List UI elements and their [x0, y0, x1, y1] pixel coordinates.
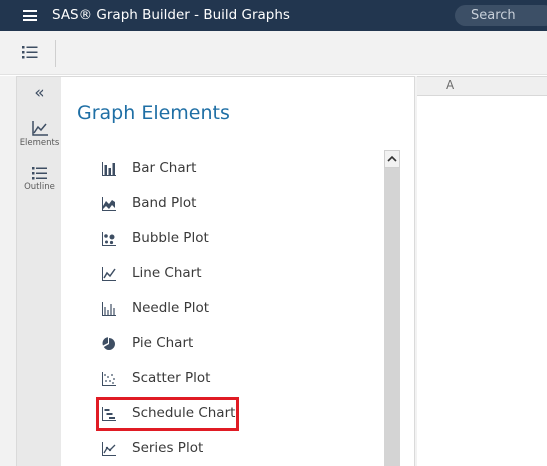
list-item-label: Series Plot: [132, 440, 204, 456]
list-item-label: Pie Chart: [132, 335, 194, 351]
outline-list-icon: [32, 167, 47, 180]
collapse-panel-button[interactable]: «: [17, 83, 62, 103]
bubble-plot-icon: [102, 232, 116, 246]
search-input[interactable]: Search: [455, 5, 547, 26]
panel-scrollbar[interactable]: [384, 150, 400, 466]
column-label: A: [446, 78, 455, 92]
nav-item-label: Elements: [19, 138, 60, 148]
needle-plot-icon: [102, 302, 116, 316]
app-title: SAS® Graph Builder - Build Graphs: [52, 7, 290, 23]
scroll-up-button[interactable]: [384, 150, 400, 168]
list-item-label: Scatter Plot: [132, 370, 211, 386]
series-plot-icon: [102, 442, 116, 456]
band-plot-icon: [102, 197, 116, 211]
list-item-scatter-plot[interactable]: Scatter Plot: [61, 361, 381, 396]
line-chart-icon: [102, 267, 116, 281]
hamburger-menu-icon[interactable]: [23, 10, 37, 21]
toolbar-separator: [55, 40, 56, 67]
nav-item-label: Outline: [24, 182, 55, 192]
toolbar: [0, 31, 547, 75]
list-item-series-plot[interactable]: Series Plot: [61, 431, 381, 466]
list-item-label: Bar Chart: [132, 160, 197, 176]
left-nav: « Elements Outline: [16, 76, 61, 466]
app-title-bar: SAS® Graph Builder - Build Graphs Search: [0, 0, 547, 31]
search-placeholder: Search: [471, 8, 516, 23]
pie-chart-icon: [102, 337, 115, 350]
bar-chart-icon: [102, 162, 116, 176]
list-item-label: Line Chart: [132, 265, 202, 281]
list-item-bubble-plot[interactable]: Bubble Plot: [61, 221, 381, 256]
chevron-up-icon: [387, 155, 397, 162]
line-chart-icon: [31, 121, 48, 136]
list-item-line-chart[interactable]: Line Chart: [61, 256, 381, 291]
nav-item-elements[interactable]: Elements: [17, 121, 62, 148]
list-item-label: Band Plot: [132, 195, 197, 211]
list-item-bar-chart[interactable]: Bar Chart: [61, 151, 381, 186]
list-item-label: Bubble Plot: [132, 230, 209, 246]
list-icon[interactable]: [22, 46, 38, 59]
graph-canvas[interactable]: A: [417, 76, 547, 466]
list-item-needle-plot[interactable]: Needle Plot: [61, 291, 381, 326]
list-item-band-plot[interactable]: Band Plot: [61, 186, 381, 221]
nav-item-outline[interactable]: Outline: [17, 167, 62, 192]
scatter-plot-icon: [102, 372, 116, 386]
column-header: A: [417, 77, 547, 96]
list-item-pie-chart[interactable]: Pie Chart: [61, 326, 381, 361]
panel-title: Graph Elements: [77, 102, 230, 124]
highlight-box: [96, 397, 239, 431]
list-item-label: Needle Plot: [132, 300, 210, 316]
